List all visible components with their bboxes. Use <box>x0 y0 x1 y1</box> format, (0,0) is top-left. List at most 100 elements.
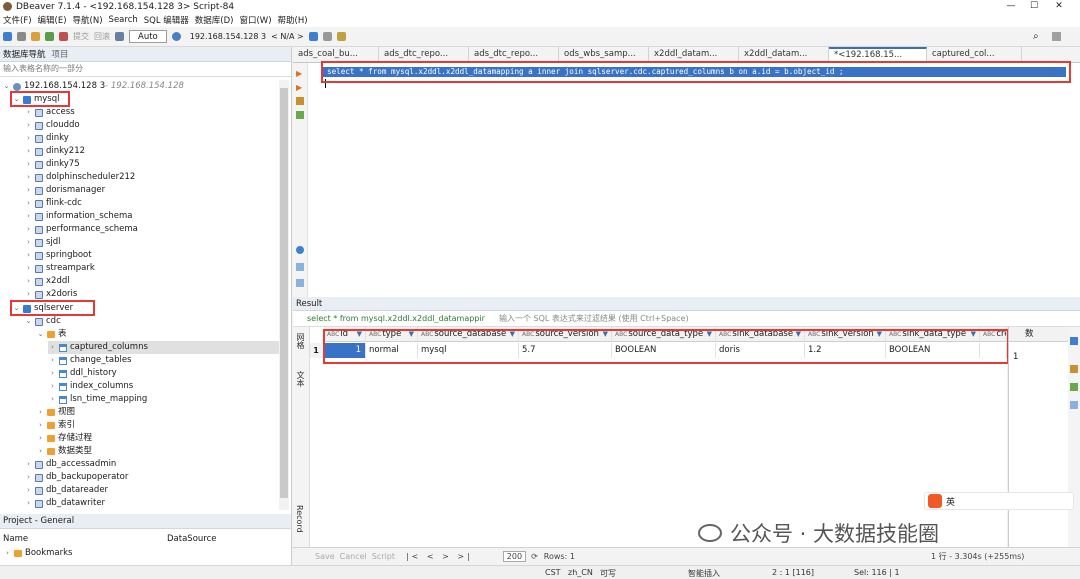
tree-mysql-db[interactable]: › information_schema <box>24 210 132 223</box>
expand-icon[interactable]: › <box>24 484 33 497</box>
fetch-next-icon[interactable]: ⟳ <box>531 552 538 561</box>
result-tab[interactable]: Result <box>296 299 322 309</box>
tree-mysql-db[interactable]: › dinky212 <box>24 145 85 158</box>
close-button[interactable]: ✕ <box>1036 0 1080 13</box>
execute-statement-icon[interactable]: ▶ <box>296 69 302 78</box>
expand-icon[interactable]: › <box>24 210 33 223</box>
tree-mysql-db[interactable]: › access <box>24 106 75 119</box>
expand-icon[interactable]: › <box>24 458 33 471</box>
expand-icon[interactable]: › <box>36 406 45 419</box>
expand-icon[interactable]: › <box>24 171 33 184</box>
expand-icon[interactable]: › <box>24 275 33 288</box>
editor-tab[interactable]: x2ddl_datam... <box>739 47 829 62</box>
editor-tab[interactable]: ads_coal_bu... <box>293 47 379 62</box>
expand-icon[interactable]: › <box>48 341 57 354</box>
schema-selector[interactable]: < N/A > <box>271 32 304 41</box>
expand-icon[interactable]: › <box>48 354 57 367</box>
tree-tables-folder[interactable]: ⌄ 表 <box>36 328 67 341</box>
tree-table[interactable]: › change_tables <box>48 354 131 367</box>
fetch-size-input[interactable]: 200 <box>502 551 527 562</box>
tree-folder[interactable]: › 视图 <box>36 406 75 419</box>
settings-icon[interactable] <box>296 246 304 254</box>
menu-window[interactable]: 窗口(W) <box>239 14 271 26</box>
tree-mysql-db[interactable]: › clouddo <box>24 119 80 132</box>
editor-tab[interactable]: *<192.168.15... <box>829 47 927 62</box>
navigator-filter-input[interactable]: 输入表格名称的一部分 <box>0 62 291 77</box>
projects-tab[interactable]: 项目 <box>52 48 69 60</box>
search-icon[interactable]: ⌕ <box>1033 31 1039 42</box>
execute-icon[interactable] <box>308 32 318 41</box>
rollback-button[interactable]: 回滚 <box>94 31 110 42</box>
sql-editor[interactable] <box>293 63 1080 297</box>
menu-navigate[interactable]: 导航(N) <box>73 14 103 26</box>
tree-mysql-db[interactable]: › dinky75 <box>24 158 80 171</box>
script-button[interactable]: Script <box>372 552 395 561</box>
tree-sqlserver-db[interactable]: › db_backupoperator <box>24 471 128 484</box>
navigator-scrollbar[interactable] <box>279 80 289 510</box>
navigation-icons[interactable]: |< < > >| <box>406 552 473 561</box>
editor-tab[interactable]: ads_dtc_repo... <box>469 47 559 62</box>
menu-database[interactable]: 数据库(D) <box>195 14 234 26</box>
expand-icon[interactable]: › <box>24 197 33 210</box>
editor-tab[interactable]: ads_dtc_repo... <box>379 47 469 62</box>
explain-plan-icon[interactable] <box>296 97 304 105</box>
expand-icon[interactable]: › <box>3 547 12 560</box>
tree-sqlserver-db[interactable]: › db_accessadmin <box>24 458 116 471</box>
expand-icon[interactable]: › <box>24 262 33 275</box>
tree-folder[interactable]: › 存储过程 <box>36 432 92 445</box>
text-view-toggle[interactable]: 文本 <box>295 371 306 387</box>
filter-icon[interactable] <box>17 32 26 41</box>
expand-icon[interactable]: › <box>24 145 33 158</box>
expand-icon[interactable]: › <box>24 158 33 171</box>
history-icon[interactable] <box>171 32 181 41</box>
tree-mysql-db[interactable]: › dorismanager <box>24 184 105 197</box>
tree-mysql-db[interactable]: › x2ddl <box>24 275 70 288</box>
collapse-icon[interactable]: ⌄ <box>24 315 33 328</box>
collapse-icon[interactable]: ⌄ <box>36 328 45 341</box>
new-connection-icon[interactable] <box>3 32 12 41</box>
perspective-icon[interactable] <box>1052 32 1061 41</box>
grid-view-toggle[interactable]: 网格 <box>295 333 306 349</box>
execute-script-icon[interactable]: ▶ <box>296 83 302 92</box>
tree-mysql-db[interactable]: › flink-cdc <box>24 197 82 210</box>
import-icon[interactable] <box>296 279 304 287</box>
calc-icon[interactable] <box>1070 383 1078 391</box>
load-plan-icon[interactable] <box>296 111 304 119</box>
sql-editor-icon[interactable] <box>31 32 40 41</box>
expand-icon[interactable]: › <box>24 184 33 197</box>
connect-icon[interactable] <box>45 32 54 41</box>
refs-icon[interactable] <box>1070 401 1078 409</box>
navigator-tab[interactable]: 数据库导航 <box>3 48 46 60</box>
cancel-button[interactable]: Cancel <box>340 552 367 561</box>
tools-icon[interactable] <box>336 32 346 41</box>
tree-sqlserver-db[interactable]: › db_datawriter <box>24 497 105 510</box>
expand-icon[interactable]: › <box>24 223 33 236</box>
expand-icon[interactable]: › <box>36 419 45 432</box>
expand-icon[interactable]: › <box>24 236 33 249</box>
expand-icon[interactable]: › <box>24 119 33 132</box>
properties-icon[interactable] <box>1070 365 1078 373</box>
menu-file[interactable]: 文件(F) <box>3 14 32 26</box>
expand-icon[interactable]: › <box>36 445 45 458</box>
project-title[interactable]: Project - General <box>3 516 74 526</box>
tree-table[interactable]: › index_columns <box>48 380 133 393</box>
editor-tab[interactable]: ods_wbs_samp... <box>559 47 649 62</box>
tree-mysql-db[interactable]: › springboot <box>24 249 92 262</box>
expand-icon[interactable]: › <box>48 380 57 393</box>
tree-folder[interactable]: › 数据类型 <box>36 445 92 458</box>
scrollbar-thumb[interactable] <box>280 88 288 498</box>
transaction-mode-icon[interactable] <box>115 32 124 41</box>
explain-icon[interactable] <box>322 32 332 41</box>
tree-table[interactable]: › captured_columns <box>48 341 279 354</box>
tree-cdc[interactable]: ⌄ cdc <box>24 315 61 328</box>
commit-button[interactable]: 提交 <box>73 31 89 42</box>
tree-table[interactable]: › lsn_time_mapping <box>48 393 147 406</box>
tree-mysql-db[interactable]: › dinky <box>24 132 69 145</box>
menu-help[interactable]: 帮助(H) <box>278 14 308 26</box>
menu-search[interactable]: Search <box>109 15 138 25</box>
expand-icon[interactable]: › <box>24 249 33 262</box>
editor-tab[interactable]: x2ddl_datam... <box>649 47 739 62</box>
expand-icon[interactable]: › <box>36 432 45 445</box>
export-icon[interactable] <box>296 263 304 271</box>
expand-icon[interactable]: › <box>24 471 33 484</box>
